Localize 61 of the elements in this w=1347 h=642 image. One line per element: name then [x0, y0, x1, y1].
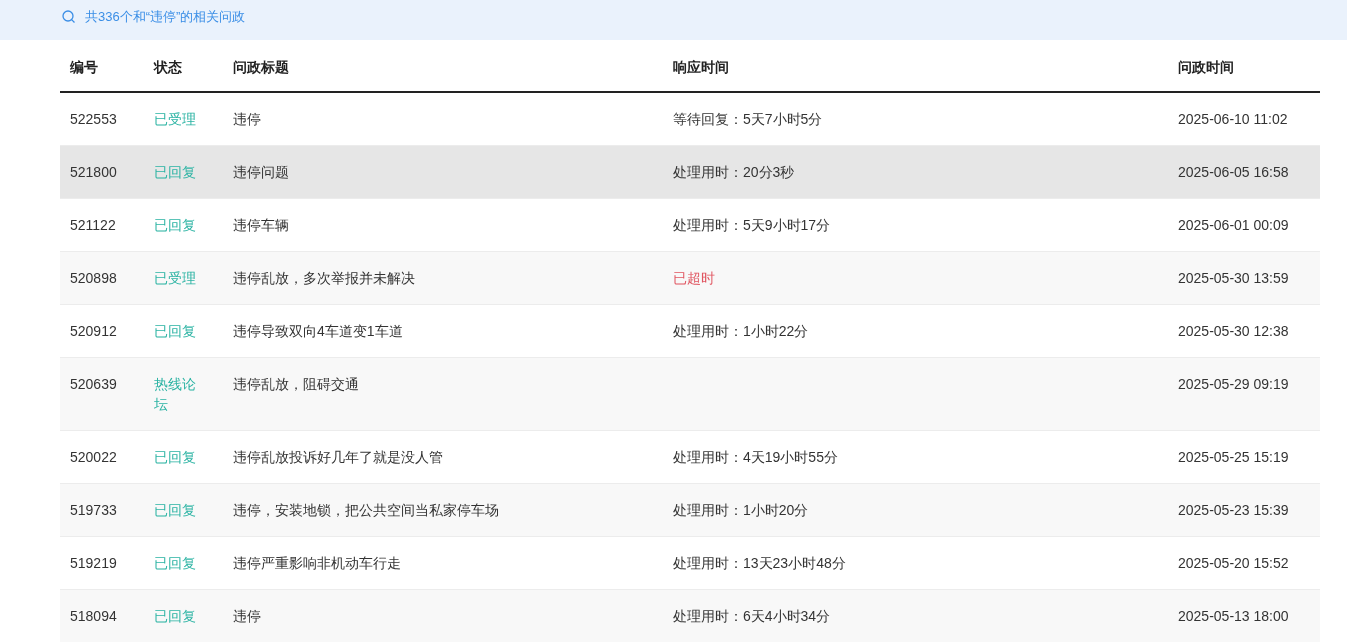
- response-time: 处理用时：1小时22分: [673, 323, 809, 339]
- table-cell: 2025-05-13 18:00: [1178, 608, 1289, 624]
- table-cell: 520912: [70, 323, 117, 339]
- table-row[interactable]: 520898 已受理 违停乱放，多次举报并未解决 已超时 2025-05-30 13:59: [60, 252, 1320, 305]
- table-cell: 522553: [70, 111, 117, 127]
- table-row[interactable]: 521800 已回复 违停问题 处理用时：20分3秒 2025-06-05 16:58: [60, 146, 1320, 199]
- table-cell: 2025-05-30 12:38: [1178, 323, 1289, 339]
- table-cell: 520639: [70, 376, 117, 392]
- search-result-count: 共336个和“违停”的相关问政: [85, 8, 246, 26]
- question-title-link[interactable]: 违停严重影响非机动车行走: [233, 555, 401, 571]
- table-cell: 2025-05-23 15:39: [1178, 502, 1289, 518]
- response-time: 等待回复：5天7小时5分: [673, 111, 823, 127]
- column-header: 编号: [69, 57, 99, 77]
- question-title-link[interactable]: 违停: [233, 608, 261, 624]
- status-label: 已回复: [154, 323, 196, 339]
- column-header: 响应时间: [672, 57, 730, 77]
- status-label: 已受理: [154, 270, 196, 286]
- response-time: 已超时: [673, 270, 715, 286]
- table-cell: 2025-06-01 00:09: [1178, 217, 1289, 233]
- status-label: 已受理: [154, 111, 196, 127]
- question-title-link[interactable]: 违停，安装地锁，把公共空间当私家停车场: [233, 502, 499, 518]
- table-cell: 2025-05-29 09:19: [1178, 376, 1289, 392]
- status-label: 已回复: [154, 608, 196, 624]
- response-time: 处理用时：6天4小时34分: [673, 608, 831, 624]
- table-cell: 2025-05-30 13:59: [1178, 270, 1289, 286]
- table-cell: 2025-05-20 15:52: [1178, 555, 1289, 571]
- table-cell: 518094: [70, 608, 117, 624]
- question-title-link[interactable]: 违停: [233, 111, 261, 127]
- table-cell: 2025-06-10 11:02: [1178, 111, 1288, 127]
- question-title-link[interactable]: 违停车辆: [233, 217, 289, 233]
- question-title-link[interactable]: 违停乱放，阻碍交通: [233, 376, 359, 392]
- status-label: 已回复: [154, 449, 196, 465]
- column-header: 问政时间: [1177, 57, 1235, 77]
- column-header: 问政标题: [232, 57, 290, 77]
- question-title-link[interactable]: 违停乱放投诉好几年了就是没人管: [233, 449, 443, 465]
- table-cell: 521122: [70, 217, 116, 233]
- response-time: 处理用时：1小时20分: [673, 502, 809, 518]
- table-cell: 521800: [70, 164, 117, 180]
- status-label: 热线论坛: [154, 376, 196, 412]
- column-header: 状态: [152, 57, 183, 77]
- question-title-link[interactable]: 违停问题: [233, 164, 289, 180]
- table-row[interactable]: 520639 热线论坛 违停乱放，阻碍交通 2025-05-29 09:19: [60, 358, 1320, 431]
- table-row[interactable]: 519733 已回复 违停，安装地锁，把公共空间当私家停车场 处理用时：1小时20分 2025-05-23 15:39: [60, 484, 1320, 537]
- table-cell: 520898: [70, 270, 117, 286]
- table-cell: 519733: [70, 502, 117, 518]
- response-time: 处理用时：5天9小时17分: [673, 217, 831, 233]
- response-time: 处理用时：13天23小时48分: [673, 555, 846, 571]
- search-icon: [62, 10, 76, 24]
- status-label: 已回复: [154, 217, 196, 233]
- table-cell: 519219: [70, 555, 117, 571]
- response-time: 处理用时：4天19小时55分: [673, 449, 838, 465]
- question-title-link[interactable]: 违停导致双向4车道变1车道: [233, 323, 403, 339]
- response-time: 处理用时：20分3秒: [673, 164, 795, 180]
- status-label: 已回复: [154, 555, 196, 571]
- table-row[interactable]: 518094 已回复 违停 处理用时：6天4小时34分 2025-05-13 18:00: [60, 590, 1320, 642]
- table-cell: 2025-06-05 16:58: [1178, 164, 1289, 180]
- status-label: 已回复: [154, 502, 196, 518]
- status-label: 已回复: [154, 164, 196, 180]
- question-title-link[interactable]: 违停乱放，多次举报并未解决: [233, 270, 415, 286]
- table-cell: 2025-05-25 15:19: [1178, 449, 1289, 465]
- table-cell: 520022: [70, 449, 117, 465]
